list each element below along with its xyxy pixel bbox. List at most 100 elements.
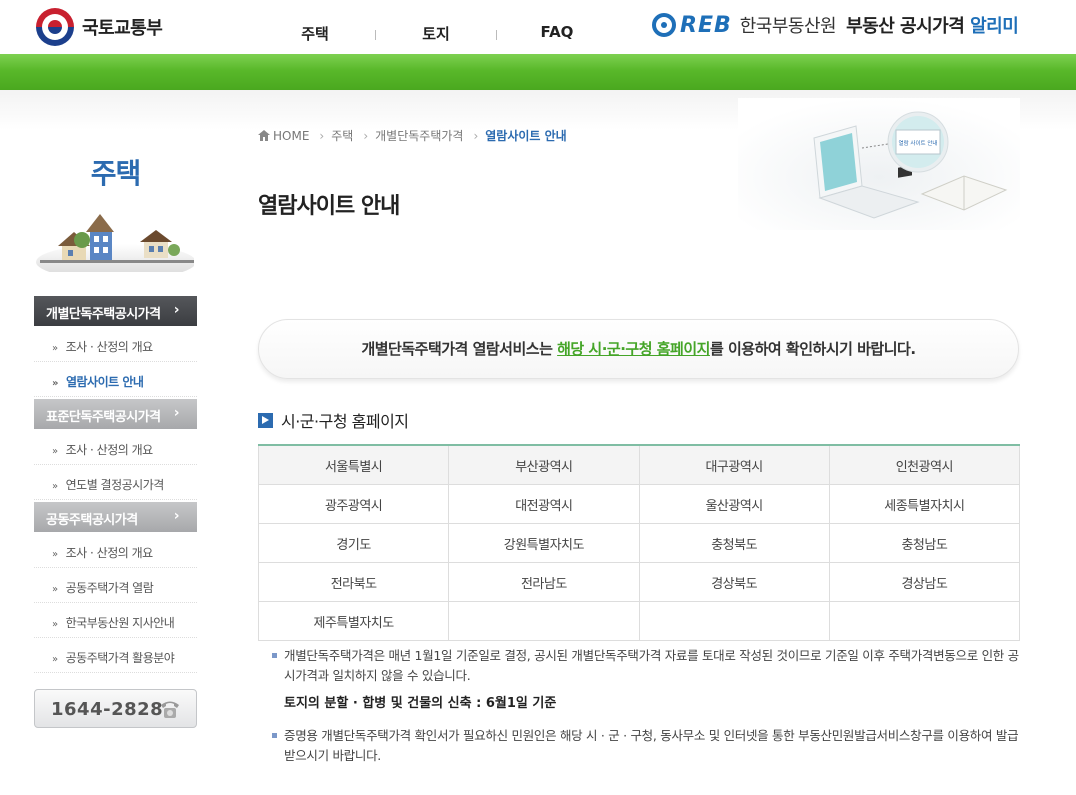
empty-cell [448,601,640,641]
description-text: 개별단독주택가격은 매년 1월1일 기준일로 결정, 공시된 개별단독주택가격 … [284,648,1019,683]
empty-cell [828,601,1021,641]
menu-item-label: 공동주택가격 열람 [65,581,154,595]
breadcrumb-housing[interactable]: 주택 [331,127,353,144]
reb-letters: REB [680,12,732,38]
reb-logo[interactable]: REB 한국부동산원 부동산 공시가격 알리미 [652,12,1019,38]
region-link[interactable]: 세종특별자치시 [828,484,1021,524]
chevron-right-icon: › [363,128,369,143]
region-link[interactable]: 충청북도 [638,523,830,563]
global-nav: 주택 토지 FAQ [255,18,617,44]
region-link[interactable]: 부산광역시 [448,444,640,485]
nav-housing[interactable]: 주택 [255,18,375,44]
page-title: 열람사이트 안내 [258,194,400,219]
visual-screen-text: 열람 사이트 안내 [899,139,938,147]
menu-item-label: 한국부동산원 지사안내 [65,616,175,630]
bullet-icon: » [52,446,58,457]
bullet-icon: » [52,481,58,492]
home-icon [258,130,270,141]
region-link[interactable]: 경상북도 [638,562,830,602]
bullet-icon: » [52,343,58,354]
menu-item-viewing-sites[interactable]: » 열람사이트 안내 [34,363,197,397]
empty-cell [638,601,830,641]
menu-item-label: 조사 · 산정의 개요 [65,546,154,560]
service-title-main: 부동산 공시가격 [846,16,965,37]
menu-group-apartment[interactable]: 공동주택공시가격 › [34,502,197,532]
menu-item-branch-info[interactable]: » 한국부동산원 지사안내 [34,604,197,638]
houses-illustration-icon [34,202,196,280]
table-row: 경기도 강원특별자치도 충청북도 충청남도 [257,523,1021,563]
nav-land[interactable]: 토지 [376,18,496,44]
menu-item-survey-overview[interactable]: » 조사 · 산정의 개요 [34,534,197,568]
region-link[interactable]: 경상남도 [828,562,1021,602]
notice-banner: 개별단독주택가격 열람서비스는 해당 시·군·구청 홈페이지를 이용하여 확인하… [258,319,1019,379]
notice-text-after: 를 이용하여 확인하시기 바랍니다. [709,340,916,358]
bullet-icon: » [52,619,58,630]
region-link[interactable]: 서울특별시 [257,444,450,485]
chevron-right-icon: › [319,128,325,143]
menu-item-usage-fields[interactable]: » 공동주택가격 활용분야 [34,639,197,673]
reb-emblem-icon [652,13,676,37]
breadcrumb: HOME › 주택 › 개별단독주택가격 › 열람사이트 안내 [258,127,567,144]
bullet-icon: » [52,584,58,595]
taegeuk-emblem-icon [36,8,74,46]
breadcrumb-home[interactable]: HOME [273,129,309,143]
menu-item-survey-overview[interactable]: » 조사 · 산정의 개요 [34,431,197,465]
menu-item-label: 열람사이트 안내 [65,375,144,389]
service-title-accent: 알리미 [970,16,1019,37]
notice-text-before: 개별단독주택가격 열람서비스는 [361,340,558,358]
notice-highlight: 해당 시·군·구청 홈페이지 [557,340,710,358]
table-row: 제주특별자치도 [257,601,1021,641]
menu-item-label: 연도별 결정공시가격 [65,478,165,492]
bullet-icon: » [52,378,58,389]
chevron-right-icon: › [173,302,180,318]
menu-group-individual-housing[interactable]: 개별단독주택공시가격 › [34,296,197,326]
menu-item-label: 조사 · 산정의 개요 [65,443,154,457]
region-link[interactable]: 울산광역시 [638,484,830,524]
table-row: 광주광역시 대전광역시 울산광역시 세종특별자치시 [257,484,1021,524]
table-row: 서울특별시 부산광역시 대구광역시 인천광역시 [257,444,1021,485]
region-link[interactable]: 전라북도 [257,562,450,602]
region-link[interactable]: 인천광역시 [828,444,1021,485]
region-link[interactable]: 충청남도 [828,523,1021,563]
menu-item-apartment-viewing[interactable]: » 공동주택가격 열람 [34,569,197,603]
region-link[interactable]: 제주특별자치도 [257,601,450,641]
breadcrumb-individual-housing[interactable]: 개별단독주택가격 [375,127,463,144]
telephone-icon [161,701,179,718]
chevron-right-icon: › [473,128,479,143]
breadcrumb-current: 열람사이트 안내 [485,129,567,143]
left-nav: 주택 [34,140,197,280]
menu-group-label: 개별단독주택공시가격 [46,307,161,322]
menu-group-standard-housing[interactable]: 표준단독주택공시가격 › [34,399,197,429]
contact-phone-box: 1644-2828 [34,689,197,728]
phone-number: 1644-2828 [51,699,164,720]
green-banner [0,54,1076,90]
menu-item-survey-overview[interactable]: » 조사 · 산정의 개요 [34,328,197,362]
menu-item-annual-prices[interactable]: » 연도별 결정공시가격 [34,466,197,500]
region-link[interactable]: 경기도 [257,523,450,563]
laptop-illustration: 열람 사이트 안내 [738,98,1020,230]
molit-logo[interactable]: 국토교통부 [36,8,163,46]
description-item: 증명용 개별단독주택가격 확인서가 필요하신 민원인은 해당 시 · 군 · 구… [272,726,1020,766]
reb-name: 한국부동산원 [739,16,837,37]
description-item: 개별단독주택가격은 매년 1월1일 기준일로 결정, 공시된 개별단독주택가격 … [272,646,1020,686]
chevron-right-icon: › [173,405,180,421]
square-bullet-icon [272,733,277,738]
nav-faq[interactable]: FAQ [497,18,617,44]
menu-item-label: 조사 · 산정의 개요 [65,340,154,354]
menu-group-label: 공동주택공시가격 [46,513,138,528]
bullet-icon: » [52,549,58,560]
menu-item-label: 공동주택가격 활용분야 [65,651,175,665]
region-link[interactable]: 광주광역시 [257,484,450,524]
service-title: 부동산 공시가격 알리미 [846,12,1019,38]
region-link[interactable]: 대전광역시 [448,484,640,524]
region-link[interactable]: 강원특별자치도 [448,523,640,563]
menu-group-label: 표준단독주택공시가격 [46,410,161,425]
section-title: 시·군·구청 홈페이지 [258,408,409,432]
table-row: 전라북도 전라남도 경상북도 경상남도 [257,562,1021,602]
regions-table: 서울특별시 부산광역시 대구광역시 인천광역시 광주광역시 대전광역시 울산광역… [257,444,1021,641]
description-note: 토지의 분할 · 합병 및 건물의 신축 : 6월1일 기준 [284,696,557,711]
region-link[interactable]: 대구광역시 [638,444,830,485]
logo-text: 국토교통부 [82,18,163,39]
region-link[interactable]: 전라남도 [448,562,640,602]
square-bullet-icon [272,653,277,658]
